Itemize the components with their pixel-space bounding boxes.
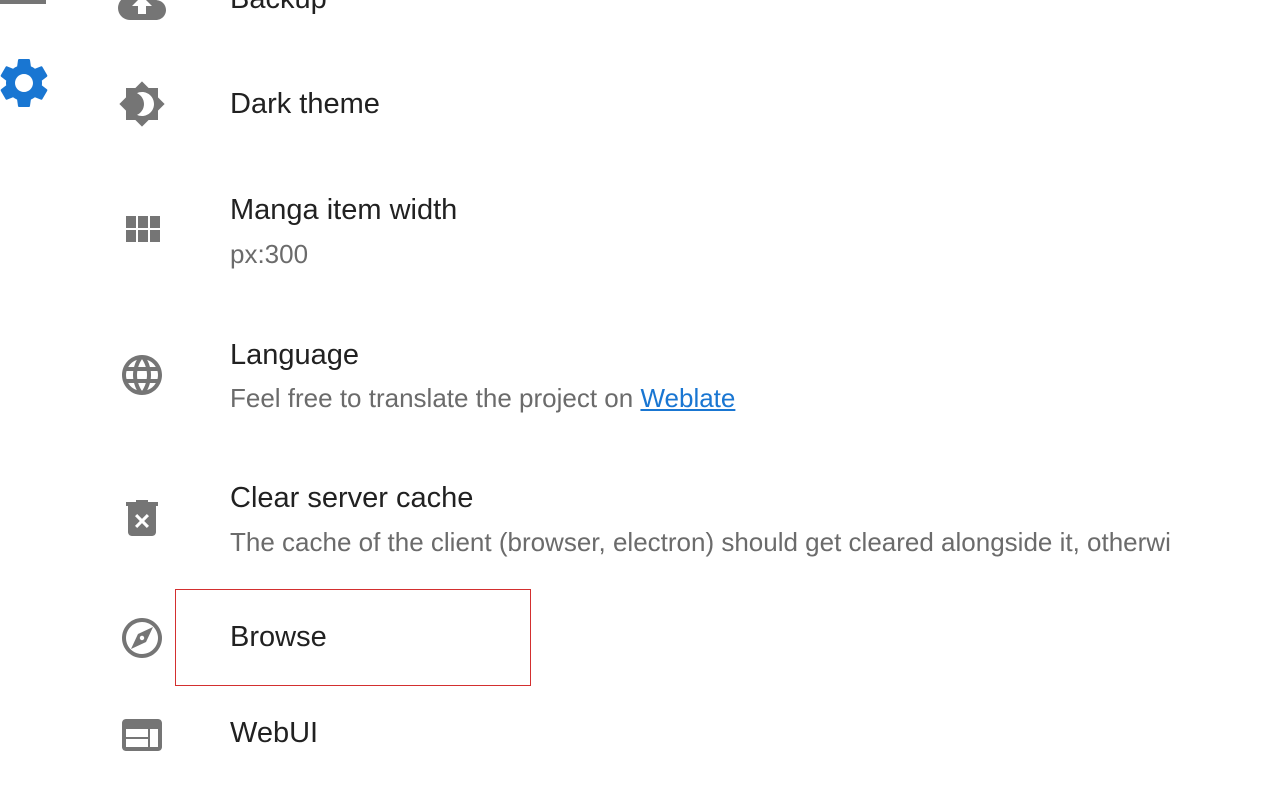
setting-title: Manga item width bbox=[230, 194, 458, 226]
grid-icon bbox=[118, 206, 166, 254]
setting-title: WebUI bbox=[230, 717, 319, 749]
brightness-icon bbox=[118, 80, 166, 128]
setting-dark-theme[interactable]: Dark theme bbox=[0, 70, 1266, 140]
setting-browse[interactable]: Browse bbox=[0, 605, 1266, 675]
setting-language[interactable]: Language Feel free to translate the proj… bbox=[0, 325, 1266, 425]
setting-manga-item-width[interactable]: Manga item width px:300 bbox=[0, 180, 1266, 280]
setting-title: Language bbox=[230, 339, 360, 371]
setting-subtitle: px:300 bbox=[230, 239, 309, 269]
web-window-icon bbox=[118, 711, 166, 759]
setting-webui[interactable]: WebUI bbox=[0, 700, 1266, 770]
setting-backup[interactable]: Backup bbox=[0, 0, 1266, 30]
setting-subtitle: Feel free to translate the project on We… bbox=[230, 382, 735, 414]
globe-icon bbox=[118, 351, 166, 399]
compass-icon bbox=[118, 614, 166, 662]
weblate-link[interactable]: Weblate bbox=[640, 383, 735, 413]
setting-clear-server-cache[interactable]: Clear server cache The cache of the clie… bbox=[0, 470, 1266, 570]
trash-icon bbox=[118, 494, 166, 542]
cloud-upload-icon bbox=[118, 0, 166, 28]
setting-title: Clear server cache bbox=[230, 482, 474, 514]
settings-page: Backup Dark theme Manga item width px:30… bbox=[0, 0, 1266, 809]
setting-subtitle: The cache of the client (browser, electr… bbox=[230, 527, 1171, 557]
setting-title: Backup bbox=[230, 0, 327, 17]
setting-title: Dark theme bbox=[230, 88, 380, 120]
language-subtitle-text: Feel free to translate the project on bbox=[230, 383, 641, 413]
setting-title: Browse bbox=[230, 621, 327, 653]
